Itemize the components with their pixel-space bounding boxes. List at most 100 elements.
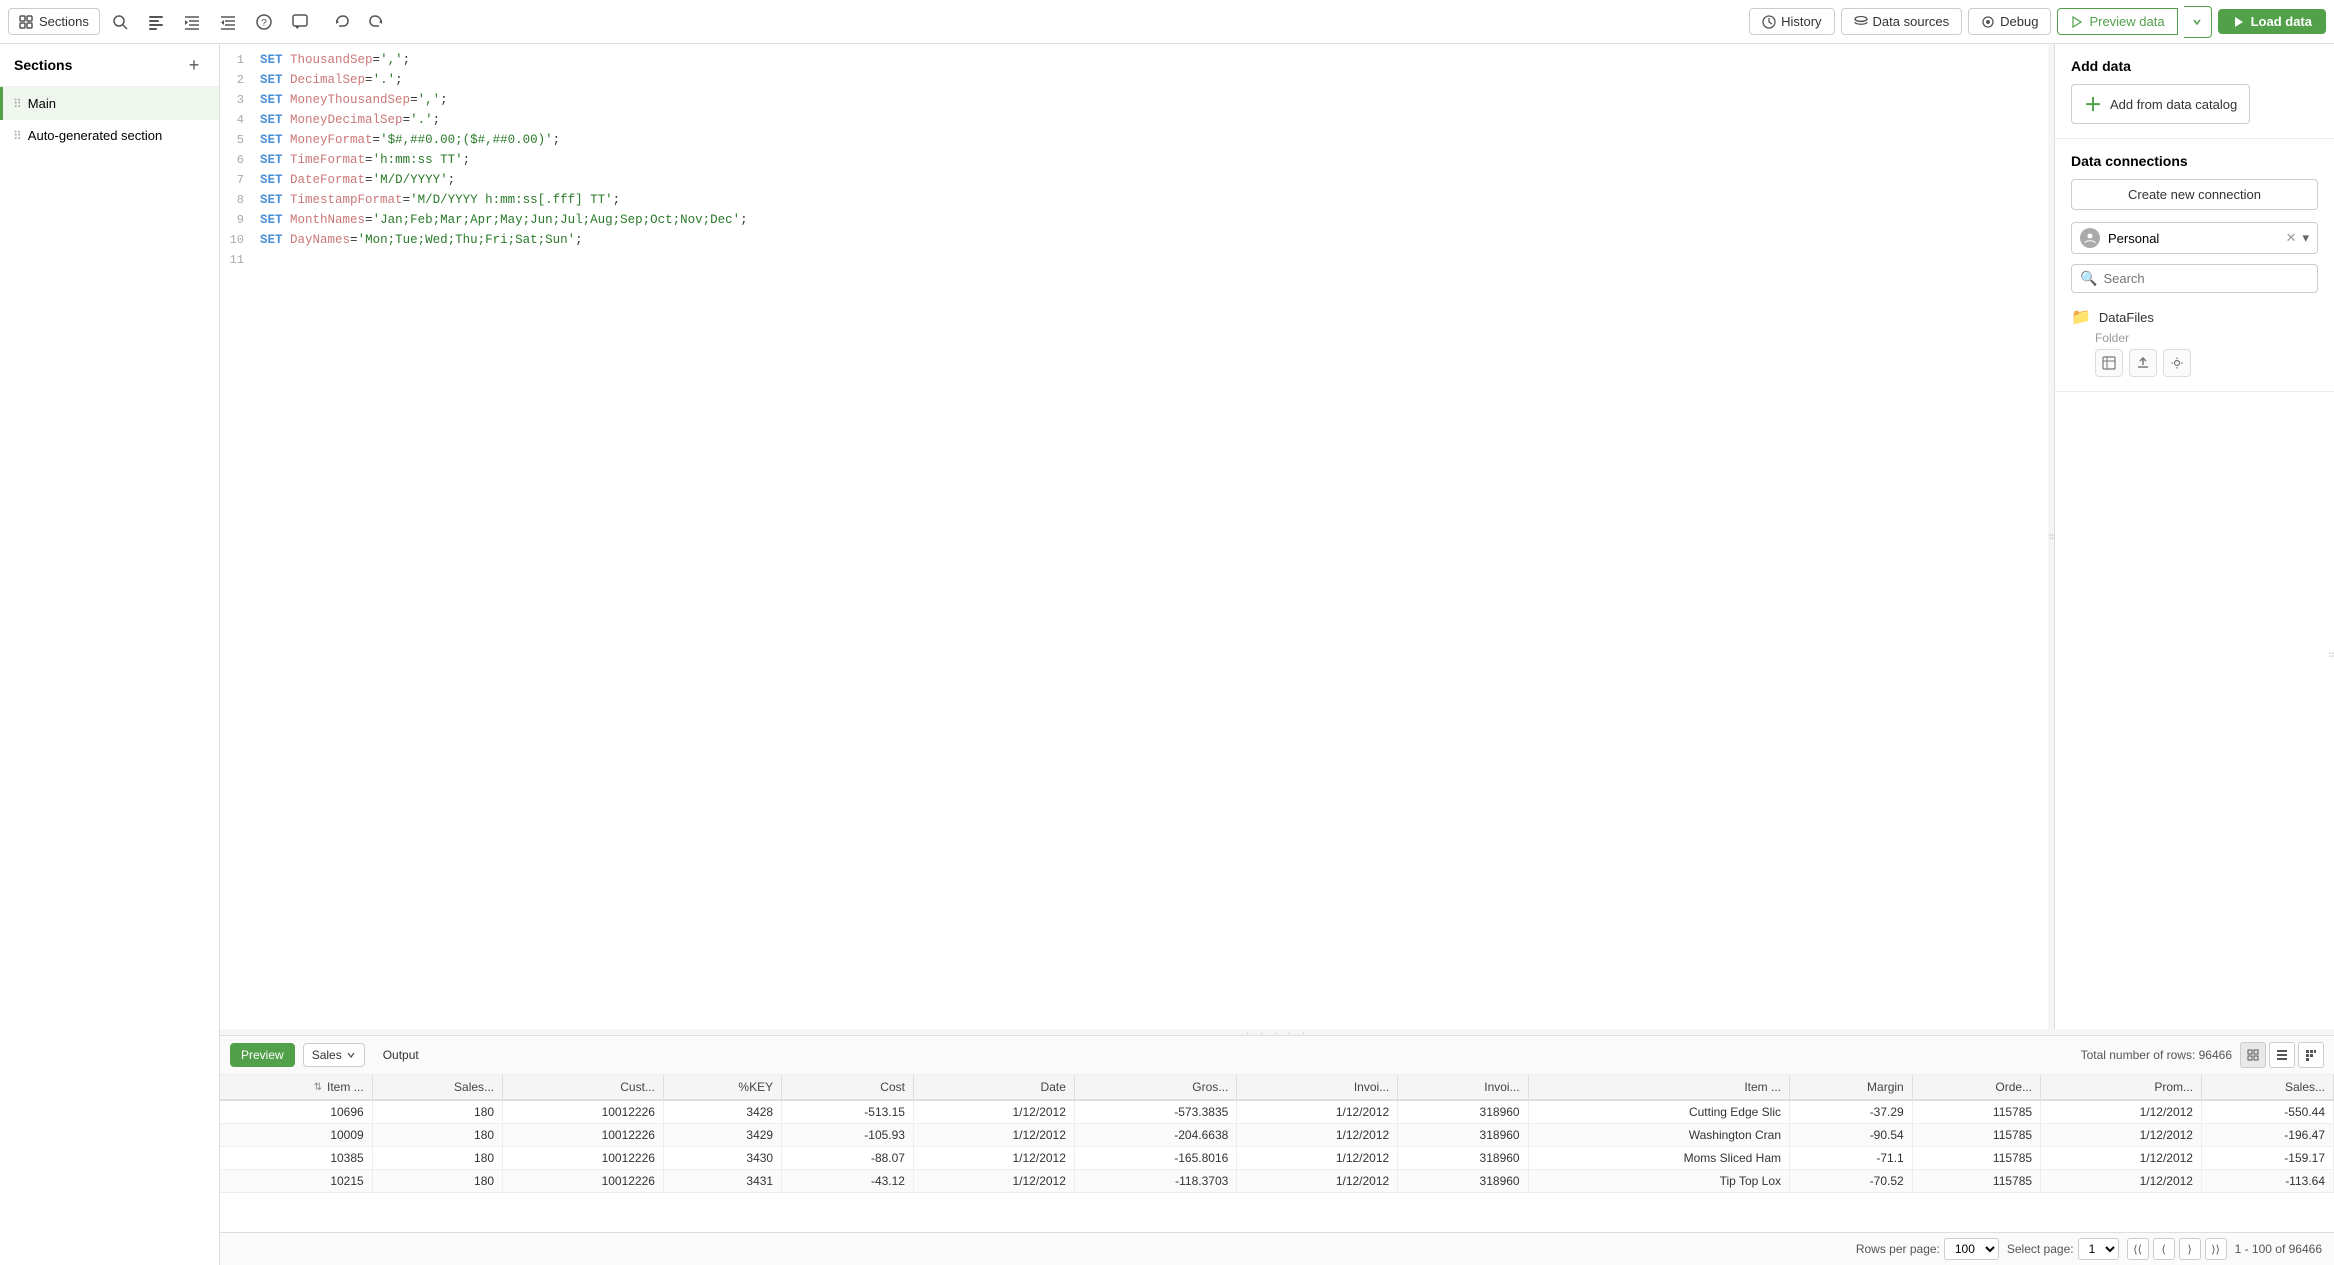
file-action-1[interactable] bbox=[2095, 349, 2123, 377]
table-cell: 1/12/2012 bbox=[2041, 1124, 2202, 1147]
table-cell: Moms Sliced Ham bbox=[1528, 1147, 1789, 1170]
table-cell: 3431 bbox=[663, 1170, 781, 1193]
format-button[interactable] bbox=[140, 6, 172, 38]
preview-dropdown-button[interactable] bbox=[2184, 6, 2212, 38]
col-header-cust[interactable]: Cust... bbox=[503, 1075, 664, 1100]
sidebar-title: Sections bbox=[14, 57, 72, 73]
grid-view-icon bbox=[2247, 1049, 2259, 1061]
view-grid-button[interactable] bbox=[2240, 1042, 2266, 1068]
redo-icon bbox=[368, 14, 384, 30]
table-cell: 10012226 bbox=[503, 1147, 664, 1170]
search-input[interactable] bbox=[2103, 271, 2309, 286]
col-header-invoi2[interactable]: Invoi... bbox=[1398, 1075, 1528, 1100]
output-tab[interactable]: Output bbox=[373, 1044, 429, 1066]
prev-page-button[interactable]: ⟨ bbox=[2153, 1238, 2175, 1260]
dropdown-arrow-icon bbox=[346, 1050, 356, 1060]
table-cell: 1/12/2012 bbox=[1237, 1100, 1398, 1124]
outdent-icon bbox=[220, 14, 236, 30]
history-icon bbox=[1762, 15, 1776, 29]
code-editor-area: 1SET ThousandSep=','; 2SET DecimalSep='.… bbox=[220, 44, 2048, 1029]
code-line-11: 11 bbox=[220, 252, 2048, 272]
preview-icon bbox=[2070, 15, 2084, 29]
history-button[interactable]: History bbox=[1749, 8, 1834, 35]
col-header-orde[interactable]: Orde... bbox=[1912, 1075, 2040, 1100]
table-cell: 1/12/2012 bbox=[2041, 1100, 2202, 1124]
comment-button[interactable] bbox=[284, 6, 316, 38]
code-editor[interactable]: 1SET ThousandSep=','; 2SET DecimalSep='.… bbox=[220, 44, 2048, 1029]
preview-tab[interactable]: Preview bbox=[230, 1043, 295, 1067]
table-row: 10385180100122263430-88.071/12/2012-165.… bbox=[220, 1147, 2334, 1170]
personal-dropdown[interactable]: Personal ✕ ▾ bbox=[2071, 222, 2318, 254]
table-cell: 1/12/2012 bbox=[1237, 1124, 1398, 1147]
preview-button[interactable]: Preview data bbox=[2057, 8, 2177, 35]
close-icon[interactable]: ✕ bbox=[2286, 230, 2297, 246]
undo-button[interactable] bbox=[326, 6, 358, 38]
add-section-button[interactable]: + bbox=[183, 54, 205, 76]
col-header-item-num[interactable]: ⇅Item ... bbox=[220, 1075, 372, 1100]
sidebar-item-autogenerated[interactable]: ⠿ Auto-generated section bbox=[0, 120, 219, 151]
table-cell: 1/12/2012 bbox=[1237, 1147, 1398, 1170]
first-page-button[interactable]: ⟨⟨ bbox=[2127, 1238, 2149, 1260]
tiles-view-icon bbox=[2305, 1049, 2317, 1061]
datasources-button[interactable]: Data sources bbox=[1841, 8, 1963, 35]
code-line-6: 6SET TimeFormat='h:mm:ss TT'; bbox=[220, 152, 2048, 172]
view-tiles-button[interactable] bbox=[2298, 1042, 2324, 1068]
file-action-3[interactable] bbox=[2163, 349, 2191, 377]
col-header-sales[interactable]: Sales... bbox=[372, 1075, 502, 1100]
code-line-1: 1SET ThousandSep=','; bbox=[220, 52, 2048, 72]
preview-label: Preview data bbox=[2089, 14, 2164, 29]
page-nav: ⟨⟨ ⟨ ⟩ ⟩⟩ bbox=[2127, 1238, 2227, 1260]
table-cell: 115785 bbox=[1912, 1147, 2040, 1170]
col-header-date[interactable]: Date bbox=[913, 1075, 1074, 1100]
user-icon bbox=[2084, 232, 2096, 244]
table-cell: 180 bbox=[372, 1147, 502, 1170]
search-icon bbox=[112, 14, 128, 30]
next-page-button[interactable]: ⟩ bbox=[2179, 1238, 2201, 1260]
drag-handle-icon: ⠿ bbox=[13, 97, 22, 111]
table-cell: 318960 bbox=[1398, 1170, 1528, 1193]
col-header-margin[interactable]: Margin bbox=[1790, 1075, 1913, 1100]
rows-per-page-select[interactable]: 100 50 25 bbox=[1944, 1238, 1999, 1260]
view-list-button[interactable] bbox=[2269, 1042, 2295, 1068]
help-button[interactable]: ? bbox=[248, 6, 280, 38]
debug-icon bbox=[1981, 15, 1995, 29]
table-cell: -573.3835 bbox=[1074, 1100, 1236, 1124]
page-select[interactable]: 1 bbox=[2078, 1238, 2119, 1260]
col-header-invoi1[interactable]: Invoi... bbox=[1237, 1075, 1398, 1100]
code-line-5: 5SET MoneyFormat='$#,##0.00;($#,##0.00)'… bbox=[220, 132, 2048, 152]
preview-area: Preview Sales Output Total number of row… bbox=[220, 1035, 2334, 1265]
indent-button[interactable] bbox=[176, 6, 208, 38]
sidebar-item-main[interactable]: ⠿ Main 🗑 bbox=[0, 87, 219, 120]
table-cell: -165.8016 bbox=[1074, 1147, 1236, 1170]
col-header-cost[interactable]: Cost bbox=[782, 1075, 914, 1100]
search-button[interactable] bbox=[104, 6, 136, 38]
redo-button[interactable] bbox=[360, 6, 392, 38]
editor-panels: 1SET ThousandSep=','; 2SET DecimalSep='.… bbox=[220, 44, 2334, 1029]
page-range-label: 1 - 100 of 96466 bbox=[2235, 1242, 2322, 1256]
code-line-4: 4SET MoneyDecimalSep='.'; bbox=[220, 112, 2048, 132]
table-row: 10696180100122263428-513.151/12/2012-573… bbox=[220, 1100, 2334, 1124]
table-cell: 318960 bbox=[1398, 1147, 1528, 1170]
load-label: Load data bbox=[2251, 14, 2312, 29]
load-button[interactable]: Load data bbox=[2218, 9, 2326, 34]
debug-button[interactable]: Debug bbox=[1968, 8, 2051, 35]
col-header-gros[interactable]: Gros... bbox=[1074, 1075, 1236, 1100]
add-from-catalog-button[interactable]: ＋ Add from data catalog bbox=[2071, 84, 2250, 124]
col-header-sales2[interactable]: Sales... bbox=[2201, 1075, 2333, 1100]
table-cell: -159.17 bbox=[2201, 1147, 2333, 1170]
create-connection-button[interactable]: Create new connection bbox=[2071, 179, 2318, 210]
table-row: 10215180100122263431-43.121/12/2012-118.… bbox=[220, 1170, 2334, 1193]
last-page-button[interactable]: ⟩⟩ bbox=[2205, 1238, 2227, 1260]
table-select-dropdown[interactable]: Sales bbox=[303, 1043, 365, 1067]
file-action-2[interactable] bbox=[2129, 349, 2157, 377]
col-header-pkey[interactable]: %KEY bbox=[663, 1075, 781, 1100]
table-cell: 115785 bbox=[1912, 1124, 2040, 1147]
sections-button[interactable]: Sections bbox=[8, 8, 100, 35]
outdent-button[interactable] bbox=[212, 6, 244, 38]
table-cell: -70.52 bbox=[1790, 1170, 1913, 1193]
sections-label: Sections bbox=[39, 14, 89, 29]
col-header-prom[interactable]: Prom... bbox=[2041, 1075, 2202, 1100]
col-header-item2[interactable]: Item ... bbox=[1528, 1075, 1789, 1100]
table-cell: 318960 bbox=[1398, 1124, 1528, 1147]
table-cell: 10012226 bbox=[503, 1170, 664, 1193]
